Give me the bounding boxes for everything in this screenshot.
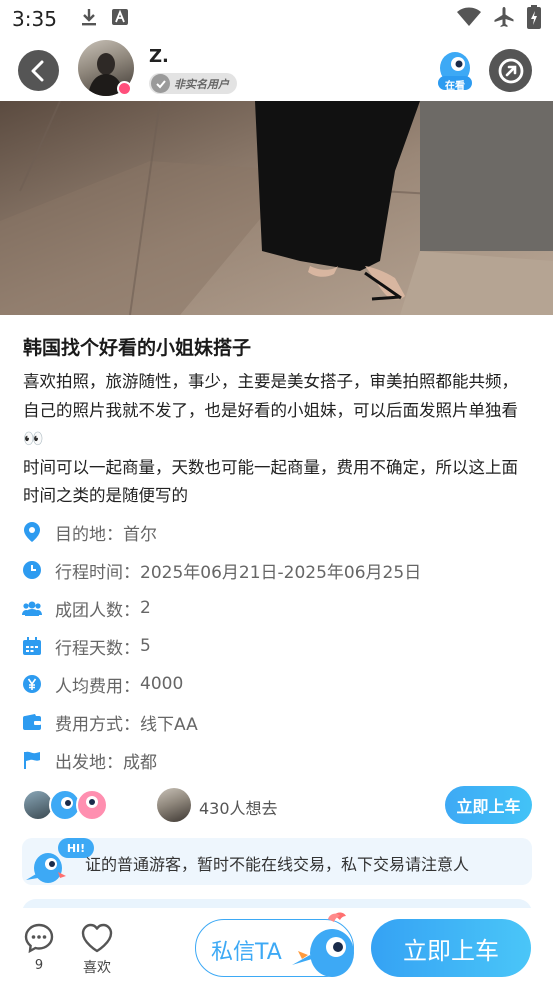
- watching-label: 在看: [445, 81, 465, 92]
- group-icon: [22, 598, 42, 618]
- chevron-left-icon: [31, 60, 43, 81]
- participant-avatar: [76, 789, 108, 821]
- bottom-action-bar: 9 喜欢 私信TA 立即上车: [0, 908, 553, 984]
- share-button[interactable]: [489, 49, 532, 92]
- notice-banner: HI! 证的普通游客，暂时不能在线交易，私下交易请注意人: [22, 838, 532, 885]
- info-row-group-size: 成团人数： 2: [22, 589, 532, 627]
- flag-icon: [22, 750, 42, 770]
- comment-count: 9: [34, 958, 44, 973]
- location-pin-icon: [22, 522, 42, 542]
- post-title: 韩国找个好看的小姐妹搭子: [23, 337, 252, 359]
- post-photo[interactable]: [0, 101, 553, 315]
- participants-row: 430人想去 立即上车: [22, 786, 532, 826]
- board-now-button[interactable]: 立即上车: [371, 919, 531, 977]
- info-row-days: 行程天数： 5: [22, 627, 532, 665]
- back-button[interactable]: [18, 50, 59, 91]
- live-badge-icon: [117, 81, 132, 96]
- battery-charging-icon: [527, 5, 541, 33]
- board-now-button-small[interactable]: 立即上车: [445, 786, 532, 824]
- like-label: 喜欢: [83, 960, 111, 976]
- description-paragraph: 时间可以一起商量，天数也可能一起商量，费用不确定，所以这上面时间之类的是随便写的: [23, 457, 518, 506]
- want-user-avatar: [157, 788, 191, 822]
- share-icon: [498, 58, 523, 83]
- yuan-icon: [22, 674, 42, 694]
- watching-mascot-icon[interactable]: 在看: [434, 50, 476, 92]
- status-time: 3:35: [12, 7, 57, 31]
- notice-text: 证的普通游客，暂时不能在线交易，私下交易请注意人: [85, 855, 470, 874]
- want-count: 430人想去: [199, 799, 278, 818]
- trip-info-list: 目的地： 首尔 行程时间： 2025年06月21日-2025年06月25日 成团人数…: [22, 513, 532, 779]
- airplane-icon: [493, 6, 515, 32]
- header: Z. 非实名用户 在看: [0, 38, 553, 101]
- info-row-destination: 目的地： 首尔: [22, 513, 532, 551]
- mascot-icon: [290, 909, 360, 981]
- info-row-departure: 出发地： 成都: [22, 741, 532, 779]
- heart-icon: [81, 923, 113, 953]
- verify-badge-label: 非实名用户: [174, 77, 229, 91]
- wallet-icon: [22, 712, 42, 732]
- comment-icon: [24, 923, 54, 954]
- font-a-icon: [112, 9, 128, 29]
- info-row-time: 行程时间： 2025年06月21日-2025年06月25日: [22, 551, 532, 589]
- shield-check-icon: [151, 74, 170, 93]
- user-name[interactable]: Z.: [149, 46, 169, 67]
- download-icon: [80, 7, 98, 31]
- calendar-icon: [22, 636, 42, 656]
- wifi-icon: [457, 7, 481, 31]
- message-ta-label: 私信TA: [211, 940, 282, 965]
- verify-badge: 非实名用户: [149, 73, 237, 94]
- like-button[interactable]: [80, 922, 114, 958]
- post-description: 喜欢拍照，旅游随性，事少，主要是美女搭子，审美拍照都能共频，自己的照片我就不发了…: [23, 368, 533, 511]
- description-paragraph: 喜欢拍照，旅游随性，事少，主要是美女搭子，审美拍照都能共频，自己的照片我就不发了…: [23, 372, 518, 448]
- info-row-payment: 费用方式： 线下AA: [22, 703, 532, 741]
- status-bar: 3:35: [0, 0, 553, 38]
- clock-icon: [22, 560, 42, 580]
- comment-button[interactable]: [22, 922, 56, 958]
- info-row-cost: 人均费用： 4000: [22, 665, 532, 703]
